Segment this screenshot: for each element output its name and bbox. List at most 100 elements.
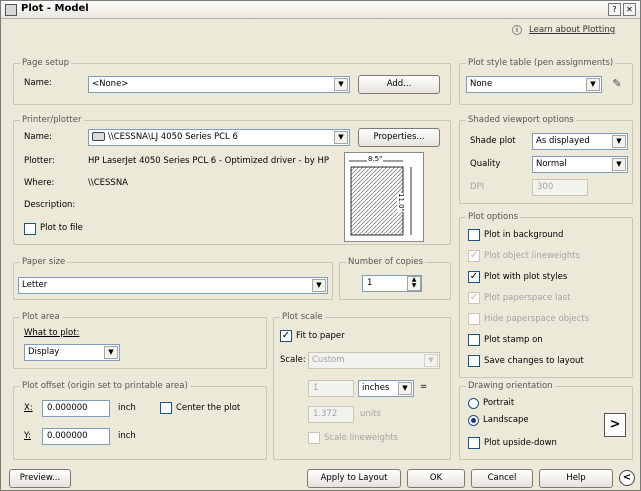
scale-value: Custom xyxy=(312,355,345,365)
app-icon xyxy=(5,4,17,16)
chevron-down-icon[interactable]: ▼ xyxy=(312,279,326,292)
plot-scale-legend: Plot scale xyxy=(280,312,325,322)
paper-size-legend: Paper size xyxy=(20,257,68,267)
plot-in-background-label: Plot in background xyxy=(484,230,564,240)
plot-options-legend: Plot options xyxy=(466,212,521,222)
what-to-plot-value: Display xyxy=(28,347,60,357)
y-offset-value: 0.000000 xyxy=(47,431,88,441)
chevron-down-icon[interactable]: ▼ xyxy=(334,78,348,91)
chevron-down-icon[interactable]: ▼ xyxy=(612,158,626,171)
dialog-title: Plot - Model xyxy=(21,3,89,14)
plot-style-table-legend: Plot style table (pen assignments) xyxy=(466,58,616,68)
what-to-plot-select[interactable]: Display ▼ xyxy=(24,344,120,361)
portrait-radio[interactable] xyxy=(468,398,479,409)
plot-stamp-on-label: Plot stamp on xyxy=(484,335,543,345)
cancel-button[interactable]: Cancel xyxy=(471,469,533,488)
save-changes-to-layout-label: Save changes to layout xyxy=(484,356,584,366)
y-offset-input[interactable]: 0.000000 xyxy=(42,428,110,445)
hide-paperspace-objects-checkbox[interactable] xyxy=(468,313,480,325)
save-changes-to-layout-checkbox[interactable] xyxy=(468,355,480,367)
scale-select[interactable]: Custom ▼ xyxy=(308,352,440,369)
copies-spinner[interactable]: ▲ ▼ xyxy=(407,276,421,291)
help-button[interactable]: Help xyxy=(539,469,613,488)
plot-offset-legend: Plot offset (origin set to printable are… xyxy=(20,381,190,391)
center-plot-checkbox[interactable] xyxy=(160,402,172,414)
scale-units-select[interactable]: inches ▼ xyxy=(358,380,414,397)
y-offset-label: Y: xyxy=(24,431,31,441)
chevron-down-icon[interactable]: ▼ xyxy=(104,346,118,359)
plot-in-background-checkbox[interactable] xyxy=(468,229,480,241)
landscape-radio[interactable] xyxy=(468,415,479,426)
x-offset-label: X: xyxy=(24,403,33,413)
landscape-label: Landscape xyxy=(483,415,529,425)
scale-paper-units-value: 1 xyxy=(313,383,319,393)
description-label: Description: xyxy=(24,200,76,210)
paper-size-value: Letter xyxy=(22,280,48,290)
page-setup-name-value: <None> xyxy=(92,79,129,89)
plot-dialog: Plot - Model ? ✕ i Learn about Plotting … xyxy=(0,0,641,491)
close-icon[interactable]: ✕ xyxy=(623,3,636,16)
quality-select[interactable]: Normal ▼ xyxy=(532,156,628,173)
add-button[interactable]: Add... xyxy=(358,75,440,94)
plot-with-plot-styles-checkbox[interactable]: ✓ xyxy=(468,271,480,283)
scale-drawing-units-input[interactable]: 1.372 xyxy=(308,406,354,423)
chevron-down-icon[interactable]: ▼ xyxy=(424,354,438,367)
x-offset-value: 0.000000 xyxy=(47,403,88,413)
plot-with-plot-styles-label: Plot with plot styles xyxy=(484,272,568,282)
where-label: Where: xyxy=(24,178,55,188)
chevron-down-icon[interactable]: ▼ xyxy=(398,382,412,395)
learn-about-plotting-link[interactable]: Learn about Plotting xyxy=(529,25,615,35)
chevron-down-icon[interactable]: ▼ xyxy=(586,78,600,91)
plot-object-lineweights-label: Plot object lineweights xyxy=(484,251,581,261)
scale-label: Scale: xyxy=(280,355,306,365)
dpi-label: DPI xyxy=(470,182,485,192)
chevron-down-icon[interactable]: ▼ xyxy=(334,131,348,144)
plot-to-file-checkbox[interactable] xyxy=(24,223,36,235)
paper-size-select[interactable]: Letter ▼ xyxy=(18,277,328,294)
scale-lineweights-checkbox[interactable] xyxy=(308,432,320,444)
properties-button[interactable]: Properties... xyxy=(358,128,440,147)
page-setup-name-select[interactable]: <None> ▼ xyxy=(88,76,350,93)
shaded-viewport-group: Shaded viewport options Shade plot As di… xyxy=(459,115,633,204)
scale-paper-units-input[interactable]: 1 xyxy=(308,380,354,397)
shade-plot-value: As displayed xyxy=(536,136,590,146)
plot-upside-down-checkbox[interactable] xyxy=(468,437,480,449)
printer-name-select[interactable]: \\CESSNA\LJ 4050 Series PCL 6 ▼ xyxy=(88,129,350,146)
what-to-plot-label: What to plot: xyxy=(24,328,80,338)
dpi-input[interactable]: 300 xyxy=(532,179,588,196)
plot-to-file-label: Plot to file xyxy=(40,223,83,233)
center-plot-label: Center the plot xyxy=(176,403,241,413)
collapse-options-icon[interactable]: < xyxy=(619,470,635,486)
plot-object-lineweights-checkbox[interactable]: ✓ xyxy=(468,250,480,262)
hide-paperspace-objects-label: Hide paperspace objects xyxy=(484,314,590,324)
landscape-orientation-icon: > xyxy=(604,413,626,437)
preview-button[interactable]: Preview... xyxy=(9,469,71,488)
ok-button[interactable]: OK xyxy=(407,469,465,488)
plot-style-table-value: None xyxy=(470,79,493,89)
drawing-orientation-legend: Drawing orientation xyxy=(466,381,555,391)
copies-value: 1 xyxy=(367,278,373,288)
plot-stamp-on-checkbox[interactable] xyxy=(468,334,480,346)
apply-to-layout-button[interactable]: Apply to Layout xyxy=(307,469,401,488)
quality-label: Quality xyxy=(470,159,501,169)
plot-style-table-group: Plot style table (pen assignments) None … xyxy=(459,58,633,105)
plot-style-table-select[interactable]: None ▼ xyxy=(466,76,602,93)
shade-plot-select[interactable]: As displayed ▼ xyxy=(532,133,628,150)
y-offset-unit: inch xyxy=(118,431,136,441)
x-offset-input[interactable]: 0.000000 xyxy=(42,400,110,417)
plotter-value: HP LaserJet 4050 Series PCL 6 - Optimize… xyxy=(88,156,329,166)
fit-to-paper-checkbox[interactable]: ✓ xyxy=(280,330,292,342)
edit-pen-icon[interactable]: ✎ xyxy=(608,77,626,93)
help-icon[interactable]: ? xyxy=(608,3,621,16)
plot-offset-group: Plot offset (origin set to printable are… xyxy=(13,381,267,460)
plot-scale-group: Plot scale ✓ Fit to paper Scale: Custom … xyxy=(273,312,451,460)
printer-name-label: Name: xyxy=(24,132,52,142)
drawing-orientation-group: Drawing orientation Portrait Landscape P… xyxy=(459,381,633,460)
plot-paperspace-last-checkbox[interactable]: ✓ xyxy=(468,292,480,304)
title-bar: Plot - Model ? ✕ xyxy=(1,1,640,19)
plot-area-group: Plot area What to plot: Display ▼ xyxy=(13,312,267,369)
drawing-units-label: units xyxy=(360,409,381,419)
paper-preview: 8.5" 11.0" xyxy=(344,152,424,242)
chevron-down-icon[interactable]: ▼ xyxy=(612,135,626,148)
page-setup-name-label: Name: xyxy=(24,78,52,88)
